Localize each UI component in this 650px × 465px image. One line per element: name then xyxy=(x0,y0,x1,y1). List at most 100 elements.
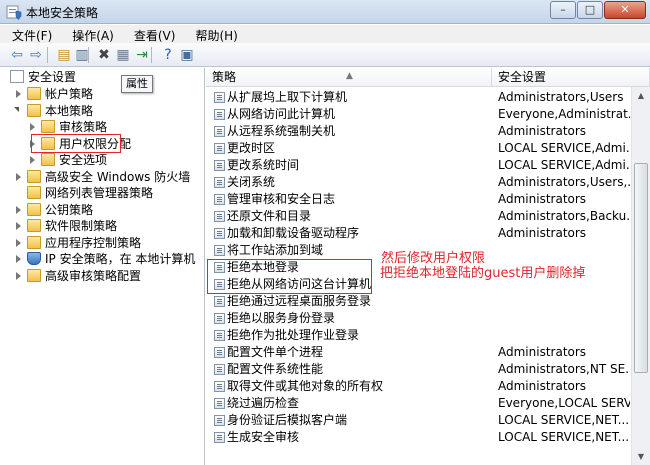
policy-name: 拒绝通过远程桌面服务登录 xyxy=(227,294,372,308)
security-settings-icon xyxy=(10,70,24,83)
tree-item-label: 审核策略 xyxy=(59,120,108,134)
expand-arrow-icon[interactable] xyxy=(16,238,21,247)
collapse-arrow-icon[interactable] xyxy=(14,106,19,112)
policy-item-icon xyxy=(214,398,225,409)
policy-row[interactable]: 关闭系统 Administrators,Users,... xyxy=(206,174,631,191)
policy-item-icon xyxy=(214,347,225,358)
column-header-setting[interactable]: 安全设置 xyxy=(492,68,650,87)
tree-item-label: 高级审核策略配置 xyxy=(45,268,142,283)
policy-row[interactable]: 身份验证后模拟客户端 LOCAL SERVICE,NET... xyxy=(206,412,631,429)
forward-icon[interactable]: ⇨ xyxy=(27,46,45,64)
policy-item-icon xyxy=(214,432,225,443)
ip-security-icon xyxy=(27,252,41,265)
policy-row[interactable]: 拒绝以服务身份登录 xyxy=(206,310,631,327)
scrollbar-thumb[interactable] xyxy=(634,163,648,373)
scroll-down-arrow-icon[interactable]: ▼ xyxy=(632,448,650,465)
back-icon[interactable]: ⇦ xyxy=(8,46,26,64)
tree-item-label: 软件限制策略 xyxy=(45,219,118,233)
expand-arrow-icon[interactable] xyxy=(16,255,21,263)
close-button[interactable]: ✕ xyxy=(604,1,646,19)
policy-item-icon xyxy=(214,126,225,137)
policy-item-icon xyxy=(214,211,225,222)
tree-item-label: 网络列表管理器策略 xyxy=(45,186,154,200)
maximize-button[interactable]: □ xyxy=(577,1,603,19)
tree-item-label: 应用程序控制策略 xyxy=(45,235,142,250)
tree-item-label: 帐户策略 xyxy=(45,87,94,101)
sort-ascending-icon: ▲ xyxy=(346,71,353,81)
menu-file[interactable]: 文件(F) xyxy=(0,25,60,43)
policy-row[interactable]: 生成安全审核 LOCAL SERVICE,NET... xyxy=(206,429,631,446)
policy-row[interactable]: 从远程系统强制关机 Administrators xyxy=(206,123,631,140)
export-list-icon[interactable]: ⇥ xyxy=(133,46,151,64)
policy-item-icon xyxy=(214,109,225,120)
policy-name: 加载和卸载设备驱动程序 xyxy=(227,226,360,240)
policy-item-icon xyxy=(214,194,225,205)
user-rights-highlight-box xyxy=(31,134,121,153)
security-setting-value: LOCAL SERVICE,Admi... xyxy=(498,158,630,172)
toolbar: ⇦ ⇨ ▤ ▥ ✖ ▦ ⇥? ▣ xyxy=(0,43,650,67)
expand-arrow-icon[interactable] xyxy=(16,271,21,280)
properties-icon[interactable]: ▦ xyxy=(114,46,132,64)
security-setting-value: Everyone,LOCAL SERVI... xyxy=(498,396,630,410)
policy-name: 将工作站添加到域 xyxy=(227,243,324,257)
policy-row[interactable]: 从扩展坞上取下计算机 Administrators,Users xyxy=(206,89,631,106)
column-header-policy[interactable]: 策略 ▲ xyxy=(206,68,492,87)
toolbar-separator xyxy=(47,47,48,63)
policy-row[interactable]: 还原文件和目录 Administrators,Backu... xyxy=(206,208,631,225)
tree-item-label: 安全选项 xyxy=(59,153,108,167)
security-setting-value: Administrators,NT SE... xyxy=(498,362,630,376)
policy-row[interactable]: 更改时区 LOCAL SERVICE,Admi... xyxy=(206,140,631,157)
vertical-scrollbar[interactable]: ▲ ▼ xyxy=(631,87,650,465)
expand-arrow-icon[interactable] xyxy=(16,205,21,214)
policy-item-icon xyxy=(214,330,225,341)
policy-row[interactable]: 管理审核和安全日志 Administrators xyxy=(206,191,631,208)
folder-icon xyxy=(27,235,41,249)
help-icon[interactable]: ? xyxy=(159,46,177,64)
policy-item-icon xyxy=(214,92,225,103)
policy-row[interactable]: 拒绝作为批处理作业登录 xyxy=(206,327,631,344)
policy-name: 配置文件系统性能 xyxy=(227,362,324,376)
menu-action[interactable]: 操作(A) xyxy=(60,25,122,43)
expand-arrow-icon[interactable] xyxy=(30,156,35,164)
policy-item-icon xyxy=(214,228,225,239)
console-icon[interactable]: ▣ xyxy=(178,46,196,64)
folder-icon xyxy=(27,202,41,216)
expand-arrow-icon[interactable] xyxy=(16,90,21,98)
delete-icon[interactable]: ✖ xyxy=(95,46,113,64)
policy-row[interactable]: 更改系统时间 LOCAL SERVICE,Admi... xyxy=(206,157,631,174)
policy-row[interactable]: 从网络访问此计算机 Everyone,Administrat... xyxy=(206,106,631,123)
policy-row[interactable]: 拒绝通过远程桌面服务登录 xyxy=(206,293,631,310)
security-setting-value: LOCAL SERVICE,NET... xyxy=(498,430,630,444)
policy-name: 更改时区 xyxy=(227,141,276,155)
policy-row[interactable]: 加载和卸载设备驱动程序 Administrators xyxy=(206,225,631,242)
scroll-up-arrow-icon[interactable]: ▲ xyxy=(632,87,650,104)
tree-item-label: IP 安全策略，在 本地计算机 xyxy=(45,252,196,266)
policy-item-icon xyxy=(214,143,225,154)
annotation-line-2: 把拒绝本地登陆的guest用户删除掉 xyxy=(380,266,586,281)
minimize-button[interactable]: – xyxy=(550,1,576,19)
policy-item-icon xyxy=(214,160,225,171)
policy-item-icon xyxy=(214,415,225,426)
policy-name: 身份验证后模拟客户端 xyxy=(227,413,348,427)
policy-row[interactable]: 配置文件系统性能 Administrators,NT SE... xyxy=(206,361,631,378)
policy-row[interactable]: 配置文件单个进程 Administrators xyxy=(206,344,631,361)
policy-name: 管理审核和安全日志 xyxy=(227,192,336,206)
properties-tooltip: 属性 xyxy=(121,75,153,93)
tree-item-label: 本地策略 xyxy=(45,103,94,118)
expand-arrow-icon[interactable] xyxy=(16,222,21,230)
menu-view[interactable]: 查看(V) xyxy=(122,25,184,43)
policy-row[interactable]: 绕过遍历检查 Everyone,LOCAL SERVI... xyxy=(206,395,631,412)
policy-name: 从远程系统强制关机 xyxy=(227,124,336,138)
expand-arrow-icon[interactable] xyxy=(16,172,21,181)
policy-row[interactable]: 取得文件或其他对象的所有权 Administrators xyxy=(206,378,631,395)
column-header-policy-label: 策略 xyxy=(212,70,237,84)
menu-help[interactable]: 帮助(H) xyxy=(183,25,245,43)
expand-arrow-icon[interactable] xyxy=(30,123,35,131)
policy-item-icon xyxy=(214,177,225,188)
folder-icon xyxy=(27,169,41,183)
security-setting-value: Administrators,Backu... xyxy=(498,209,630,223)
policy-name: 生成安全审核 xyxy=(227,430,300,444)
folder-icon xyxy=(27,268,41,282)
policy-item-icon xyxy=(214,364,225,375)
up-folder-icon[interactable]: ▤ xyxy=(55,46,73,64)
